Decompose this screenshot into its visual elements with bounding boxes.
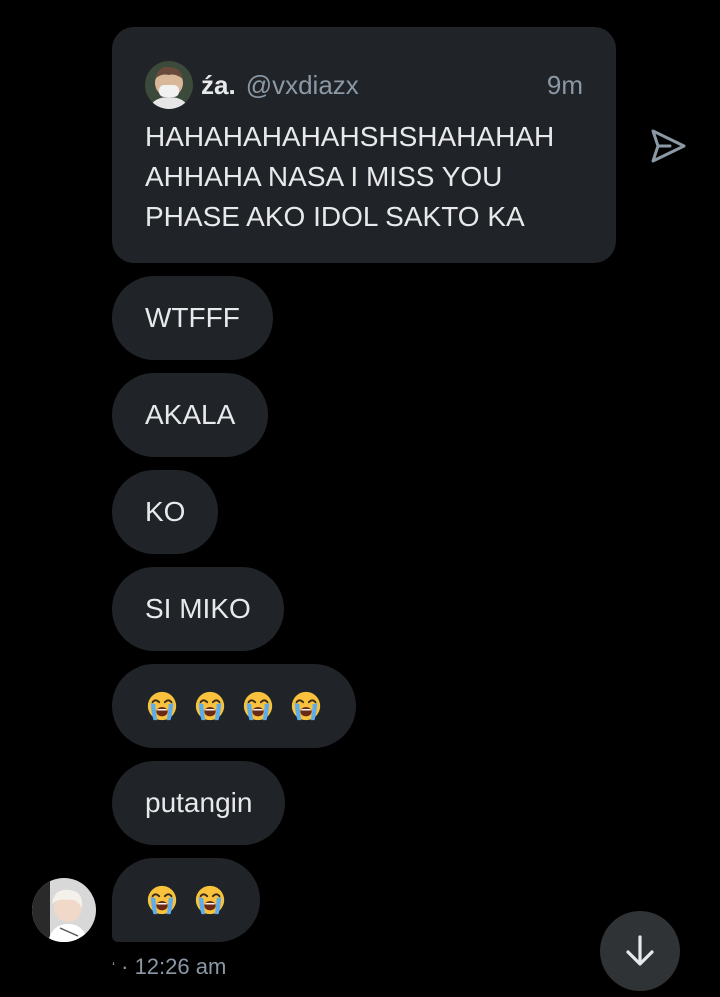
message-bubble[interactable]: SI MIKO	[112, 567, 284, 651]
message-bubble[interactable]	[112, 664, 356, 748]
message-bubble[interactable]: AKALA	[112, 373, 269, 457]
message-bubble[interactable]: putangin	[112, 761, 286, 845]
loudly-crying-face-icon	[193, 883, 227, 917]
quoted-tweet-header: źa. @vxdiazx 9m	[145, 60, 583, 110]
message-bubble[interactable]: KO	[112, 470, 219, 554]
seen-indicator: ʻ	[112, 959, 116, 975]
message-bubble[interactable]	[112, 858, 260, 942]
arrow-down-icon	[626, 935, 654, 966]
quoted-tweet-time: 9m	[546, 69, 583, 100]
send-icon[interactable]	[648, 126, 688, 166]
quoted-tweet-text: HAHAHAHAHAHSHSHAHAHAH AHHAHA NASA I MISS…	[145, 121, 555, 232]
emoji-row	[145, 883, 227, 917]
message-text: WTFFF	[145, 302, 240, 333]
loudly-crying-face-icon	[193, 689, 227, 723]
person-avatar-icon	[32, 878, 96, 942]
loudly-crying-face-icon	[145, 689, 179, 723]
emoji-row	[145, 689, 323, 723]
loudly-crying-face-icon	[241, 689, 275, 723]
message-text: SI MIKO	[145, 593, 251, 624]
message-text: KO	[145, 496, 186, 527]
scroll-to-bottom-button[interactable]	[600, 911, 680, 991]
message-timestamp: ʻ · 12:26 am	[112, 954, 226, 980]
sender-avatar[interactable]	[32, 878, 96, 942]
message-text: putangin	[145, 787, 253, 818]
loudly-crying-face-icon	[289, 689, 323, 723]
message-text: AKALA	[145, 399, 236, 430]
quoted-tweet-display-name[interactable]: źa.	[201, 70, 236, 101]
quoted-tweet-handle[interactable]: @vxdiazx	[246, 70, 359, 101]
message-bubble[interactable]: WTFFF	[112, 276, 273, 360]
timestamp-text: · 12:26 am	[121, 954, 227, 979]
loudly-crying-face-icon	[145, 883, 179, 917]
quoted-tweet-avatar[interactable]	[145, 61, 193, 109]
masked-person-avatar-icon	[145, 61, 193, 109]
quoted-tweet-card[interactable]: źa. @vxdiazx 9m HAHAHAHAHAHSHSHAHAHAH AH…	[112, 27, 616, 263]
